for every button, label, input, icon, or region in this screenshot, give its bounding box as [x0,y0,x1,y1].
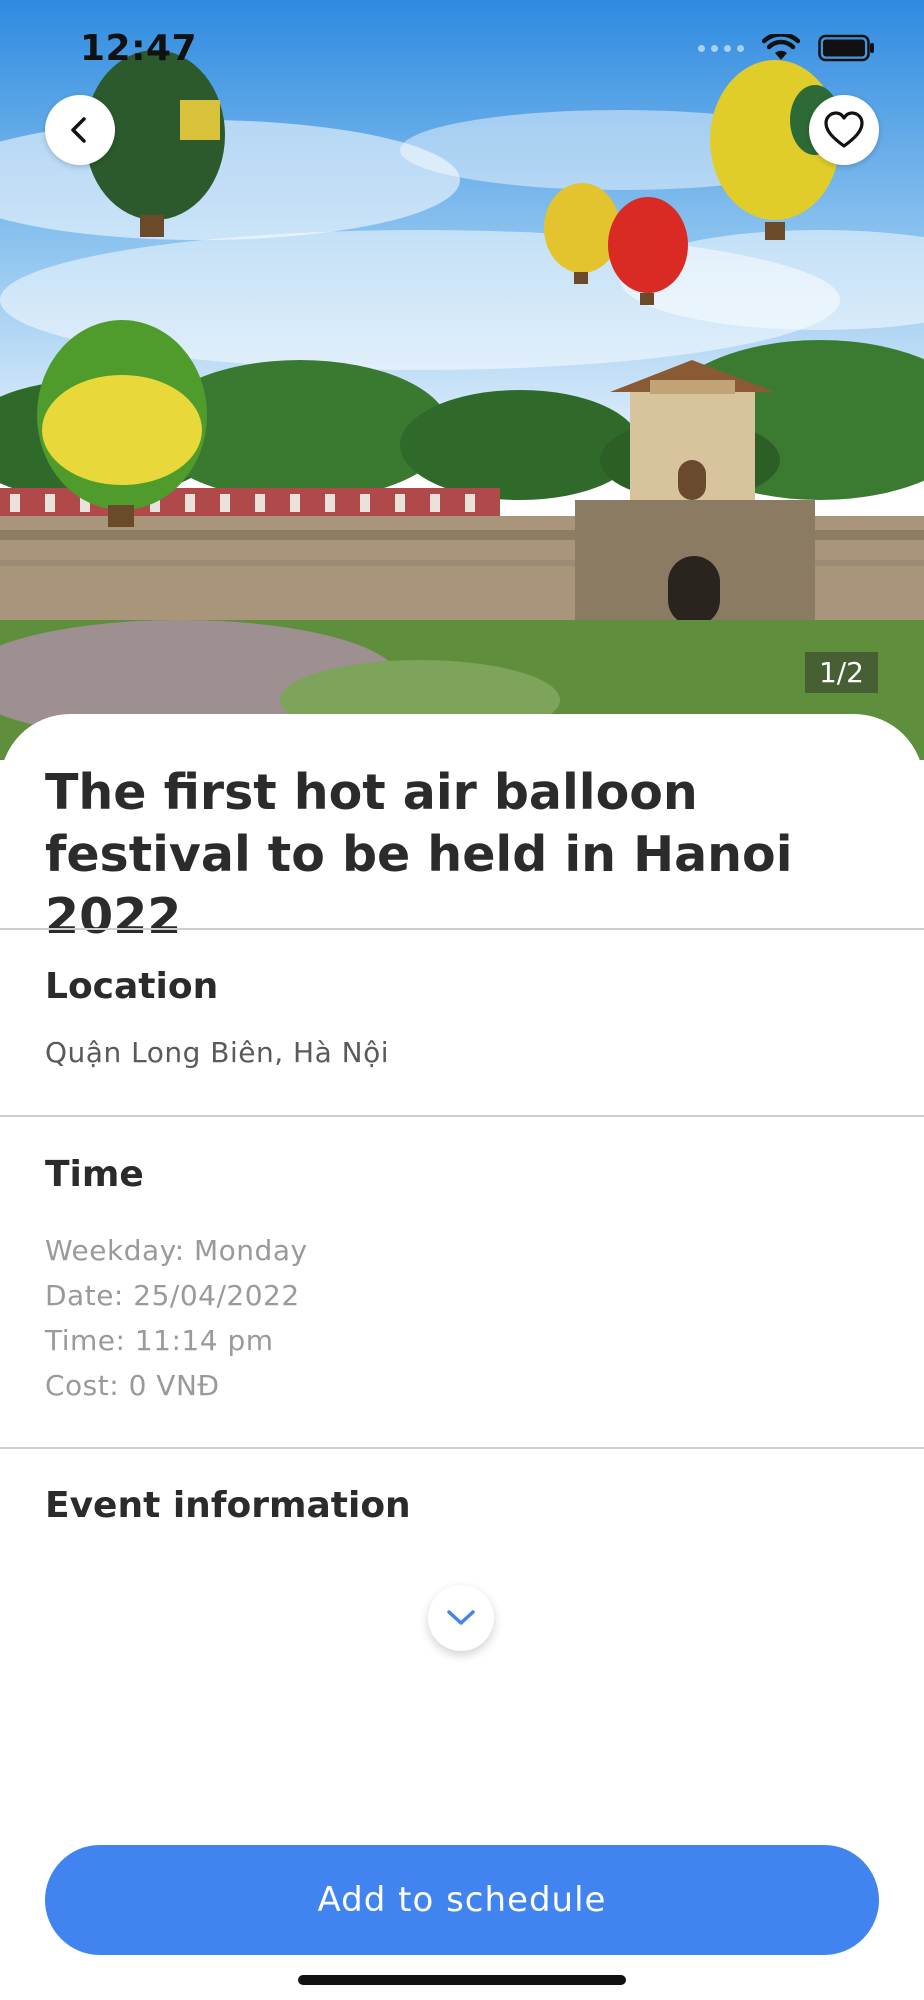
wifi-icon [762,34,800,60]
expand-button[interactable] [428,1585,494,1651]
divider [0,1115,924,1117]
time-text: Time: 11:14 pm [45,1324,274,1357]
chevron-left-icon [71,117,86,143]
location-heading: Location [45,966,219,1007]
image-counter: 1/2 [804,652,878,693]
back-button[interactable] [45,95,115,165]
heart-outline-icon [824,111,864,148]
date-text: Date: 25/04/2022 [45,1279,300,1312]
event-information-heading: Event information [45,1485,411,1526]
status-time: 12:47 [80,28,198,69]
chevron-down-icon [447,1610,475,1625]
favorite-button[interactable] [809,95,879,165]
cost-text: Cost: 0 VNĐ [45,1369,220,1402]
event-title: The first hot air balloon festival to be… [45,764,793,945]
time-details: Weekday: Monday Date: 25/04/2022 Time: 1… [45,1228,308,1408]
hero-photo [0,0,924,760]
add-to-schedule-button[interactable]: Add to schedule [45,1845,879,1955]
battery-icon [818,34,874,62]
signal-icon [698,44,744,52]
home-indicator [298,1975,626,1985]
divider [0,928,924,930]
event-hero-image[interactable]: 12:47 1/2 [0,0,924,760]
weekday-text: Weekday: Monday [45,1234,308,1267]
time-heading: Time [45,1154,144,1195]
divider [0,1447,924,1449]
location-value: Quận Long Biên, Hà Nội [45,1036,389,1069]
status-icons [698,34,876,62]
